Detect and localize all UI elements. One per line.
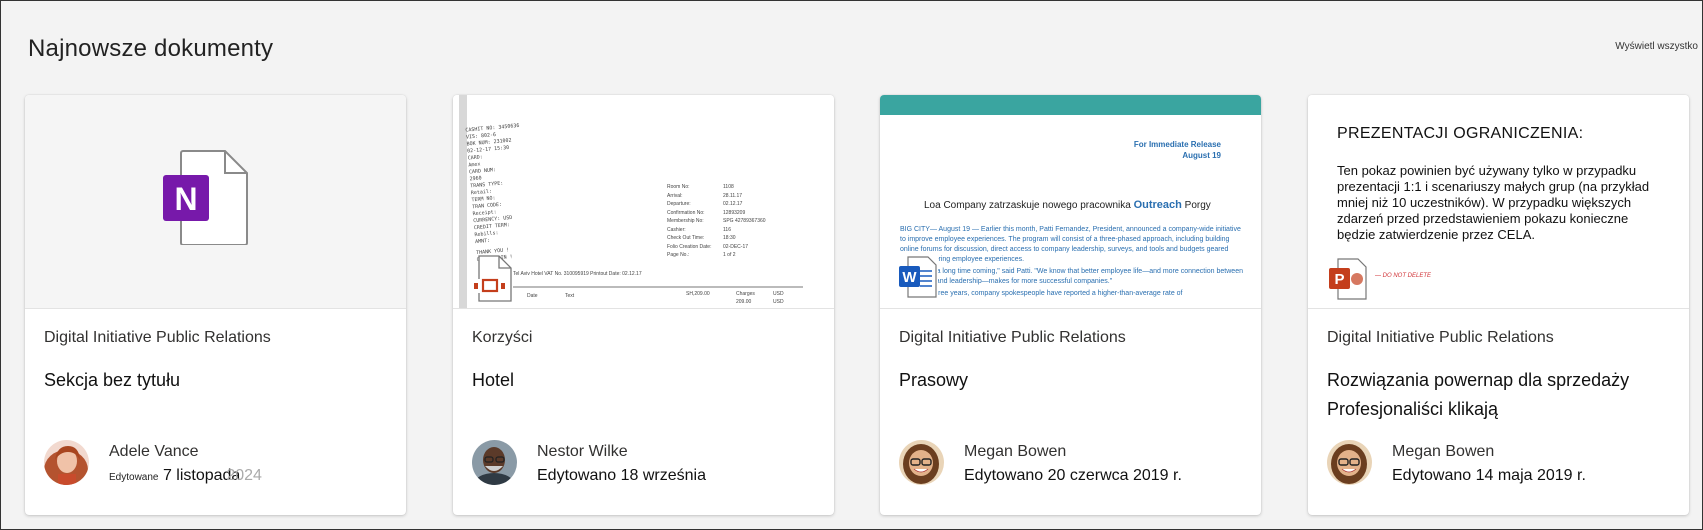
folio-fields: Room No: Arrival: Departure: Confirmatio… (667, 184, 712, 258)
edited-date: Edytowane 7 listopada2024 (109, 467, 262, 485)
charges-value: 209.00 (736, 299, 752, 305)
document-card[interactable]: CASHIT NO: 3450636 VIS: 802-6 BOK NUM: 2… (453, 95, 834, 515)
presentation-heading: PREZENTACJI OGRANICZENIA: (1337, 125, 1584, 142)
folio-values: 1108 28.11.17 02.12.17 12893209 SPG 4278… (723, 184, 766, 258)
divider (513, 286, 803, 288)
press-paragraph: In the last three years, company spokesp… (900, 290, 1183, 297)
document-card[interactable]: PREZENTACJI OGRANICZENIA: Ten pokaz powi… (1308, 95, 1689, 515)
receipt-text: CASHIT NO: 3450636 VIS: 802-6 BOK NUM: 2… (465, 122, 520, 263)
powerpoint-icon: P (1329, 258, 1367, 300)
view-all-link[interactable]: Wyświetl wszystko (1615, 41, 1698, 52)
edited-prefix: Edytowane (109, 472, 159, 483)
author-name: Adele Vance (109, 443, 199, 460)
image-file-icon (474, 255, 512, 302)
svg-text:W: W (902, 269, 917, 286)
hotel-line: Tel Aviv Hotel VAT No. 310095919 Printou… (513, 271, 642, 277)
avatar (44, 440, 89, 485)
document-thumbnail: CASHIT NO: 3450636 VIS: 802-6 BOK NUM: 2… (453, 95, 834, 309)
column-text: Text (565, 293, 575, 299)
site-name: Korzyści (472, 329, 533, 346)
avatar (472, 440, 517, 485)
site-name: Digital Initiative Public Relations (44, 329, 271, 346)
recent-documents-panel: Najnowsze dokumenty Wyświetl wszystko N … (0, 0, 1703, 530)
column-date: Date (527, 293, 538, 299)
press-paragraph: It has been a long time coming," said Pa… (900, 268, 1243, 285)
section-title: Najnowsze dokumenty (28, 35, 274, 62)
onenote-icon: N (163, 150, 248, 245)
presentation-body: Ten pokaz powinien być używany tylko w p… (1337, 163, 1650, 242)
press-headline: Loa Company zatrzaskuje nowego pracownik… (924, 199, 1211, 211)
edited-year: 2024 (226, 467, 262, 484)
author-name: Megan Bowen (964, 443, 1067, 460)
release-line: For Immediate Release August 19 (1133, 140, 1221, 160)
amount: SH,209.00 (686, 291, 710, 297)
word-icon: W (898, 255, 938, 299)
avatar (899, 440, 944, 485)
charges-label: Charges (736, 291, 755, 297)
document-thumbnail: N (25, 95, 406, 309)
document-thumbnail: For Immediate Release August 19 Loa Comp… (880, 95, 1261, 309)
document-card[interactable]: For Immediate Release August 19 Loa Comp… (880, 95, 1261, 515)
site-name: Digital Initiative Public Relations (899, 329, 1126, 346)
edited-date: Edytowano 20 czerwca 2019 r. (964, 467, 1182, 484)
svg-text:N: N (174, 181, 197, 217)
author-name: Nestor Wilke (537, 443, 628, 460)
currency: USD (773, 299, 784, 305)
edited-date: Edytowano 14 maja 2019 r. (1392, 467, 1586, 484)
receipt-slip: CASHIT NO: 3450636 VIS: 802-6 BOK NUM: 2… (465, 123, 561, 275)
svg-text:P: P (1334, 271, 1344, 288)
avatar (1327, 440, 1372, 485)
document-card[interactable]: N Digital Initiative Public Relations Se… (25, 95, 406, 515)
document-thumbnail: PREZENTACJI OGRANICZENIA: Ten pokaz powi… (1308, 95, 1689, 309)
site-name: Digital Initiative Public Relations (1327, 329, 1554, 346)
document-title[interactable]: Hotel (472, 366, 817, 395)
presentation-note: — DO NOT DELETE (1375, 273, 1432, 279)
press-paragraph: BIG CITY— August 19 — Earlier this month… (900, 226, 1241, 263)
document-title[interactable]: Prasowy (899, 366, 1244, 395)
document-title[interactable]: Sekcja bez tytułu (44, 366, 389, 395)
author-name: Megan Bowen (1392, 443, 1495, 460)
edited-date: Edytowano 18 września (537, 467, 706, 484)
currency: USD (773, 291, 784, 297)
document-title[interactable]: Rozwiązania powernap dla sprzedaży Profe… (1327, 366, 1672, 424)
document-header-band (880, 95, 1261, 115)
